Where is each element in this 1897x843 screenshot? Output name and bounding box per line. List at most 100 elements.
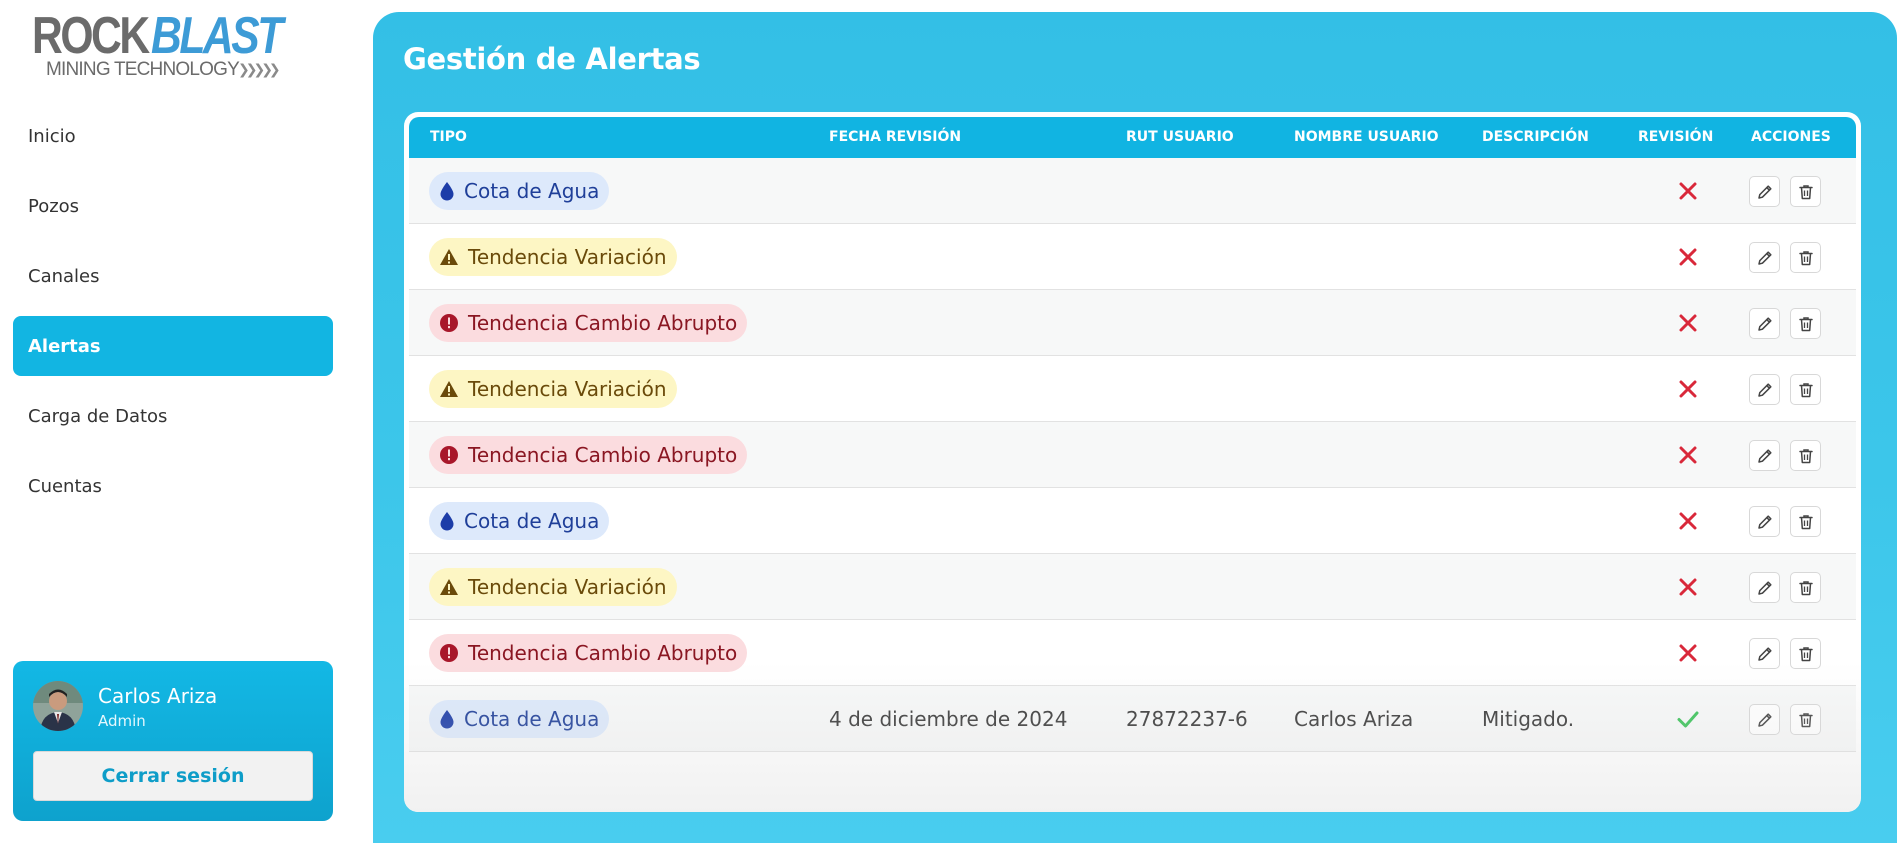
pencil-icon bbox=[1757, 712, 1772, 727]
trash-icon bbox=[1798, 184, 1813, 199]
exclamation-circle-icon bbox=[440, 644, 458, 662]
pencil-icon bbox=[1757, 580, 1772, 595]
delete-button[interactable] bbox=[1790, 176, 1821, 207]
not-reviewed-status bbox=[1676, 245, 1700, 269]
x-icon bbox=[1679, 578, 1697, 596]
alert-type-label: Tendencia Variación bbox=[468, 245, 667, 269]
alert-type-badge: Tendencia Cambio Abrupto bbox=[429, 304, 748, 342]
logout-button[interactable]: Cerrar sesión bbox=[33, 751, 313, 801]
not-reviewed-status bbox=[1676, 575, 1700, 599]
sidebar-item-pozos[interactable]: Pozos bbox=[13, 176, 333, 236]
table-row: Tendencia Variación bbox=[409, 224, 1856, 290]
sidebar-item-label: Cuentas bbox=[28, 475, 102, 497]
reviewed-status bbox=[1676, 707, 1700, 731]
user-role: Admin bbox=[98, 712, 146, 730]
edit-button[interactable] bbox=[1749, 242, 1780, 273]
avatar-photo-icon bbox=[33, 681, 83, 731]
sidebar-item-label: Canales bbox=[28, 265, 100, 287]
x-icon bbox=[1679, 380, 1697, 398]
user-name: Carlos Ariza bbox=[98, 684, 218, 708]
not-reviewed-status bbox=[1676, 377, 1700, 401]
edit-button[interactable] bbox=[1749, 374, 1780, 405]
not-reviewed-status bbox=[1676, 641, 1700, 665]
logo-rock-text: ROCK bbox=[32, 7, 150, 65]
edit-button[interactable] bbox=[1749, 176, 1780, 207]
cell-nombre: Carlos Ariza bbox=[1294, 707, 1414, 731]
check-icon bbox=[1677, 711, 1699, 728]
x-icon bbox=[1679, 512, 1697, 530]
edit-button[interactable] bbox=[1749, 704, 1780, 735]
trash-icon bbox=[1798, 580, 1813, 595]
edit-button[interactable] bbox=[1749, 308, 1780, 339]
sidebar-item-label: Inicio bbox=[28, 125, 76, 147]
water-drop-icon bbox=[440, 710, 454, 729]
edit-button[interactable] bbox=[1749, 506, 1780, 537]
sidebar-item-canales[interactable]: Canales bbox=[13, 246, 333, 306]
logo-arrows-icon: ❯❯❯❯❯ bbox=[238, 62, 281, 78]
water-drop-icon bbox=[440, 512, 454, 531]
water-drop-icon bbox=[440, 182, 454, 201]
column-header-descripcion[interactable]: DESCRIPCIÓN bbox=[1482, 117, 1589, 158]
user-card: Carlos Ariza Admin Cerrar sesión bbox=[13, 661, 333, 821]
alert-type-label: Cota de Agua bbox=[464, 509, 600, 533]
avatar bbox=[33, 681, 83, 731]
delete-button[interactable] bbox=[1790, 704, 1821, 735]
alerts-table: TIPO FECHA REVISIÓN RUT USUARIO NOMBRE U… bbox=[404, 112, 1861, 812]
not-reviewed-status bbox=[1676, 443, 1700, 467]
not-reviewed-status bbox=[1676, 509, 1700, 533]
trash-icon bbox=[1798, 250, 1813, 265]
delete-button[interactable] bbox=[1790, 638, 1821, 669]
table-header: TIPO FECHA REVISIÓN RUT USUARIO NOMBRE U… bbox=[409, 117, 1856, 158]
column-header-tipo[interactable]: TIPO bbox=[430, 117, 467, 158]
cell-rut: 27872237-6 bbox=[1126, 707, 1248, 731]
trash-icon bbox=[1798, 316, 1813, 331]
trash-icon bbox=[1798, 712, 1813, 727]
column-header-revision[interactable]: REVISIÓN bbox=[1638, 117, 1713, 158]
table-row: Tendencia Cambio Abrupto bbox=[409, 422, 1856, 488]
delete-button[interactable] bbox=[1790, 572, 1821, 603]
pencil-icon bbox=[1757, 514, 1772, 529]
delete-button[interactable] bbox=[1790, 242, 1821, 273]
pencil-icon bbox=[1757, 316, 1772, 331]
warning-triangle-icon bbox=[440, 249, 458, 265]
column-header-rut[interactable]: RUT USUARIO bbox=[1126, 117, 1234, 158]
sidebar-nav: Inicio Pozos Canales Alertas Carga de Datos C… bbox=[13, 106, 333, 526]
exclamation-circle-icon bbox=[440, 446, 458, 464]
warning-triangle-icon bbox=[440, 579, 458, 595]
delete-button[interactable] bbox=[1790, 506, 1821, 537]
alert-type-badge: Tendencia Cambio Abrupto bbox=[429, 634, 748, 672]
pencil-icon bbox=[1757, 382, 1772, 397]
delete-button[interactable] bbox=[1790, 374, 1821, 405]
pencil-icon bbox=[1757, 250, 1772, 265]
pencil-icon bbox=[1757, 184, 1772, 199]
alert-type-label: Tendencia Cambio Abrupto bbox=[468, 311, 738, 335]
not-reviewed-status bbox=[1676, 179, 1700, 203]
sidebar-item-carga-de-datos[interactable]: Carga de Datos bbox=[13, 386, 333, 446]
column-header-nombre[interactable]: NOMBRE USUARIO bbox=[1294, 117, 1439, 158]
column-header-fecha[interactable]: FECHA REVISIÓN bbox=[829, 117, 961, 158]
pencil-icon bbox=[1757, 448, 1772, 463]
sidebar-item-label: Pozos bbox=[28, 195, 80, 217]
alert-type-badge: Tendencia Variación bbox=[429, 568, 677, 606]
table-body: Cota de Agua Tendencia Variación Tendencia… bbox=[409, 158, 1856, 812]
alert-type-label: Tendencia Variación bbox=[468, 575, 667, 599]
sidebar-item-cuentas[interactable]: Cuentas bbox=[13, 456, 333, 516]
rockblast-logo[interactable]: ROCK BLAST MINING TECHNOLOGY ❯❯❯❯❯ bbox=[32, 10, 292, 82]
alert-type-badge: Tendencia Variación bbox=[429, 370, 677, 408]
sidebar-item-alertas[interactable]: Alertas bbox=[13, 316, 333, 376]
cell-fecha: 4 de diciembre de 2024 bbox=[829, 707, 1068, 731]
sidebar: ROCK BLAST MINING TECHNOLOGY ❯❯❯❯❯ Inici… bbox=[0, 0, 345, 843]
logo-subtitle: MINING TECHNOLOGY bbox=[46, 59, 240, 80]
alert-type-label: Tendencia Cambio Abrupto bbox=[468, 641, 738, 665]
alert-type-label: Cota de Agua bbox=[464, 707, 600, 731]
edit-button[interactable] bbox=[1749, 638, 1780, 669]
trash-icon bbox=[1798, 514, 1813, 529]
edit-button[interactable] bbox=[1749, 572, 1780, 603]
delete-button[interactable] bbox=[1790, 308, 1821, 339]
exclamation-circle-icon bbox=[440, 314, 458, 332]
delete-button[interactable] bbox=[1790, 440, 1821, 471]
sidebar-item-inicio[interactable]: Inicio bbox=[13, 106, 333, 166]
table-row: Cota de Agua 4 de diciembre de 2024 278722… bbox=[409, 686, 1856, 752]
edit-button[interactable] bbox=[1749, 440, 1780, 471]
sidebar-item-label: Carga de Datos bbox=[28, 405, 168, 427]
